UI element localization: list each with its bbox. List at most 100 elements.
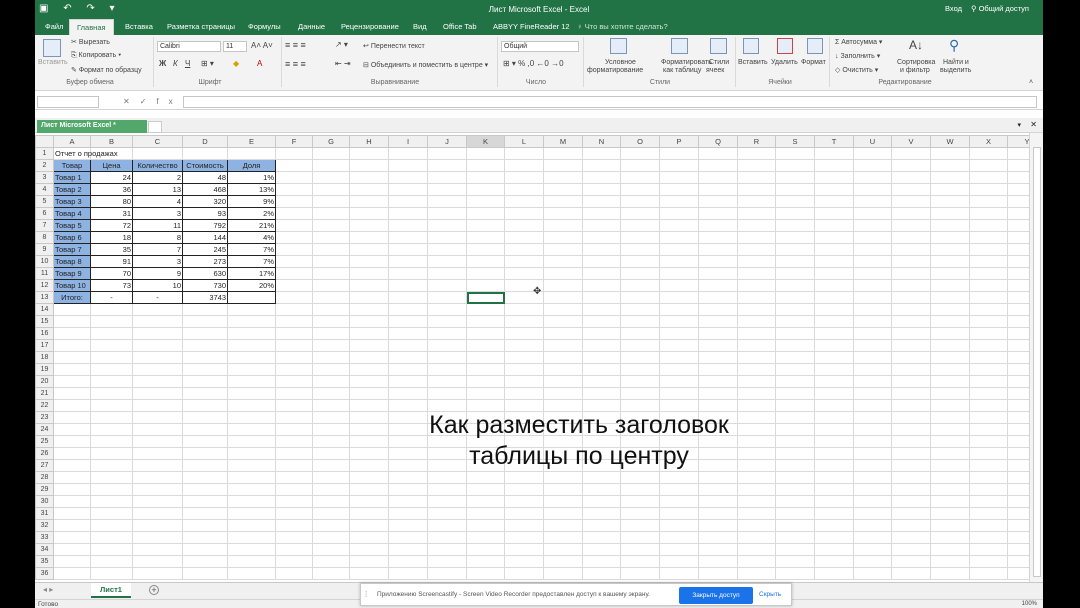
cell[interactable]	[349, 519, 389, 532]
cell[interactable]	[349, 495, 389, 508]
cell[interactable]	[930, 291, 970, 304]
cell[interactable]	[388, 471, 428, 484]
cell[interactable]	[1007, 459, 1029, 472]
cell[interactable]	[227, 315, 276, 328]
cell[interactable]	[930, 147, 970, 160]
cell[interactable]	[275, 567, 313, 580]
cell[interactable]	[466, 555, 505, 568]
data-cell[interactable]: 17%	[227, 267, 276, 280]
cell[interactable]	[582, 375, 621, 388]
number-format-combo[interactable]: Общий	[501, 41, 579, 52]
cell[interactable]	[90, 447, 133, 460]
cell[interactable]	[775, 399, 815, 412]
cell[interactable]	[132, 423, 183, 436]
data-cell[interactable]: 9	[132, 267, 183, 280]
cell[interactable]	[427, 387, 467, 400]
cell[interactable]	[388, 327, 428, 340]
cell[interactable]	[90, 483, 133, 496]
cell[interactable]	[227, 339, 276, 352]
cell[interactable]	[388, 507, 428, 520]
cell[interactable]	[582, 519, 621, 532]
cell[interactable]	[543, 507, 583, 520]
cell[interactable]	[388, 147, 428, 160]
cell[interactable]	[275, 231, 313, 244]
row-header[interactable]: 15	[35, 315, 54, 328]
cell[interactable]	[53, 423, 91, 436]
cell[interactable]	[349, 411, 389, 424]
cell[interactable]	[582, 495, 621, 508]
cell[interactable]	[891, 327, 931, 340]
row-header[interactable]: 29	[35, 483, 54, 496]
cell[interactable]	[930, 519, 970, 532]
cell[interactable]	[427, 483, 467, 496]
cell[interactable]	[582, 207, 621, 220]
product-name-cell[interactable]: Товар 6	[53, 231, 91, 244]
cell[interactable]	[275, 411, 313, 424]
cell[interactable]	[543, 531, 583, 544]
cell[interactable]	[427, 159, 467, 172]
cell[interactable]	[620, 495, 660, 508]
cell[interactable]	[90, 303, 133, 316]
cell[interactable]	[659, 507, 699, 520]
cell[interactable]	[659, 219, 699, 232]
data-cell[interactable]: 144	[182, 231, 228, 244]
align-left-icon[interactable]: ≡ ≡ ≡	[285, 59, 306, 69]
cell[interactable]	[466, 303, 505, 316]
cell[interactable]	[891, 363, 931, 376]
cell[interactable]	[427, 507, 467, 520]
cell[interactable]	[853, 531, 892, 544]
cell[interactable]	[504, 327, 544, 340]
cell[interactable]	[698, 207, 738, 220]
cell[interactable]	[620, 363, 660, 376]
cell[interactable]	[737, 183, 776, 196]
cell[interactable]	[775, 507, 815, 520]
cell[interactable]	[427, 195, 467, 208]
cell[interactable]	[427, 219, 467, 232]
cell[interactable]	[930, 555, 970, 568]
cell[interactable]	[891, 231, 931, 244]
cell[interactable]	[737, 363, 776, 376]
cell[interactable]	[1007, 195, 1029, 208]
clear-button[interactable]: ◇ Очистить ▾	[835, 66, 878, 74]
cell[interactable]	[312, 459, 350, 472]
cell[interactable]	[182, 447, 228, 460]
total-cell[interactable]: Итого:	[53, 291, 91, 304]
cell-styles-label-1[interactable]: Стили	[709, 59, 729, 66]
cell[interactable]	[312, 447, 350, 460]
cell[interactable]	[1007, 267, 1029, 280]
cell[interactable]	[620, 243, 660, 256]
cell[interactable]	[388, 255, 428, 268]
cell[interactable]	[227, 327, 276, 340]
tell-me-box[interactable]: ♀ Что вы хотите сделать?	[577, 22, 668, 31]
cell[interactable]	[582, 363, 621, 376]
cell[interactable]	[853, 375, 892, 388]
cell[interactable]	[132, 471, 183, 484]
cell[interactable]	[132, 387, 183, 400]
cell[interactable]	[90, 531, 133, 544]
cell[interactable]	[388, 243, 428, 256]
column-header-l[interactable]: L	[504, 135, 544, 148]
cell[interactable]	[312, 351, 350, 364]
sheet-tab-list1[interactable]: Лист1	[91, 583, 131, 598]
cell[interactable]	[388, 231, 428, 244]
cell[interactable]	[737, 303, 776, 316]
cell[interactable]	[969, 471, 1008, 484]
cell[interactable]	[737, 207, 776, 220]
cell-grid[interactable]: A B C D E F G H I J K L M N O P Q R S T U V W X Y 1 Отчет о продаж…	[35, 135, 1029, 580]
cell[interactable]	[504, 507, 544, 520]
cell[interactable]	[543, 255, 583, 268]
cell[interactable]	[814, 423, 854, 436]
cell[interactable]	[504, 159, 544, 172]
cell[interactable]	[90, 507, 133, 520]
cell[interactable]	[775, 363, 815, 376]
data-cell[interactable]: 792	[182, 219, 228, 232]
cell[interactable]	[275, 459, 313, 472]
sort-filter-label-2[interactable]: и фильтр	[900, 67, 930, 74]
cell[interactable]	[853, 327, 892, 340]
cell[interactable]	[930, 195, 970, 208]
cell[interactable]	[969, 195, 1008, 208]
cell[interactable]	[349, 531, 389, 544]
cell[interactable]	[853, 483, 892, 496]
cell[interactable]	[466, 159, 505, 172]
cell[interactable]	[53, 543, 91, 556]
